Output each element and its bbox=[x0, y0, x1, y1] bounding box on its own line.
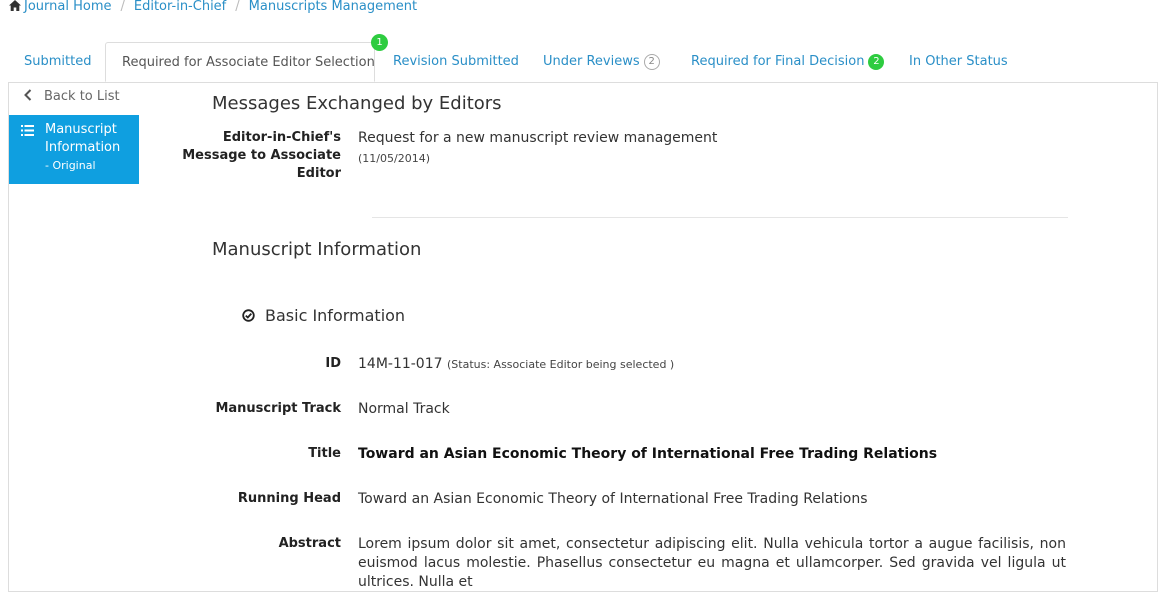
status-tabs: Submitted Required for Associate Editor … bbox=[9, 34, 1158, 82]
breadcrumb: Journal Home / Editor-in-Chief / Manuscripts… bbox=[9, 0, 417, 15]
tab-label: Submitted bbox=[24, 54, 92, 69]
sidebar-item-label-line2: Information bbox=[45, 140, 121, 155]
tab-under-reviews[interactable]: Under Reviews 2 bbox=[543, 42, 660, 82]
message-label-line1: Editor-in-Chief's bbox=[222, 130, 341, 145]
manuscript-status: (Status: Associate Editor being selected… bbox=[447, 358, 675, 371]
breadcrumb-editor-in-chief[interactable]: Editor-in-Chief bbox=[134, 0, 226, 14]
home-icon bbox=[9, 0, 21, 11]
tab-required-for-final-decision[interactable]: Required for Final Decision 2 bbox=[691, 42, 885, 82]
message-label-line3: Editor bbox=[296, 166, 341, 181]
tab-count-badge: 1 bbox=[371, 34, 388, 51]
message-date: (11/05/2014) bbox=[358, 152, 430, 165]
sidebar-item-label-line1: Manuscript bbox=[45, 122, 117, 137]
id-label: ID bbox=[325, 356, 341, 371]
message-text: Request for a new manuscript review mana… bbox=[358, 130, 718, 146]
breadcrumb-journal-home[interactable]: Journal Home bbox=[24, 0, 111, 14]
basic-info-toggle[interactable]: Basic Information bbox=[242, 306, 405, 325]
basic-info-heading: Basic Information bbox=[265, 306, 406, 325]
title-label: Title bbox=[308, 446, 341, 461]
tab-label: Under Reviews bbox=[543, 54, 640, 69]
tab-label: In Other Status bbox=[909, 54, 1008, 69]
message-label: Editor-in-Chief's Message to Associate E… bbox=[182, 129, 341, 183]
running-head-label: Running Head bbox=[237, 491, 341, 506]
breadcrumb-separator: / bbox=[235, 0, 240, 14]
tab-revision-submitted[interactable]: Revision Submitted bbox=[393, 42, 519, 82]
tab-required-for-associate-editor-selection[interactable]: Required for Associate Editor Selection … bbox=[105, 34, 388, 82]
list-icon bbox=[21, 125, 34, 136]
manuscript-id: 14M-11-017 bbox=[358, 356, 443, 372]
sidebar-item-manuscript-information[interactable]: Manuscript Information - Original bbox=[9, 115, 139, 184]
chevron-left-icon bbox=[24, 89, 32, 101]
id-value-row: 14M-11-017 (Status: Associate Editor bei… bbox=[358, 355, 674, 374]
abstract-label: Abstract bbox=[278, 536, 341, 551]
manuscript-info-heading: Manuscript Information bbox=[212, 239, 422, 260]
title-value: Toward an Asian Economic Theory of Inter… bbox=[358, 446, 938, 462]
message-label-line2: Message to Associate bbox=[182, 148, 341, 163]
tab-in-other-status[interactable]: In Other Status bbox=[909, 42, 1008, 82]
tab-label: Revision Submitted bbox=[393, 54, 519, 69]
track-value: Normal Track bbox=[358, 401, 450, 417]
tab-count-badge: 2 bbox=[643, 54, 660, 70]
tab-count-badge: 2 bbox=[868, 54, 885, 70]
check-circle-icon bbox=[242, 309, 255, 322]
tab-submitted[interactable]: Submitted bbox=[24, 42, 91, 82]
sidebar-item-sublabel: - Original bbox=[45, 159, 96, 172]
breadcrumb-manuscripts-management[interactable]: Manuscripts Management bbox=[249, 0, 417, 14]
tab-label: Required for Associate Editor Selection bbox=[122, 55, 375, 70]
back-to-list-link[interactable]: Back to List bbox=[24, 89, 120, 104]
back-to-list-label: Back to List bbox=[44, 89, 120, 104]
abstract-value: Lorem ipsum dolor sit amet, consectetur … bbox=[358, 536, 1066, 590]
content-panel: Back to List Manuscript Information - Or… bbox=[8, 82, 1158, 592]
section-divider bbox=[372, 217, 1068, 218]
breadcrumb-separator: / bbox=[120, 0, 125, 14]
messages-heading: Messages Exchanged by Editors bbox=[212, 93, 502, 114]
tab-label: Required for Final Decision bbox=[691, 54, 865, 69]
track-label: Manuscript Track bbox=[215, 401, 341, 416]
running-head-value: Toward an Asian Economic Theory of Inter… bbox=[358, 491, 868, 507]
